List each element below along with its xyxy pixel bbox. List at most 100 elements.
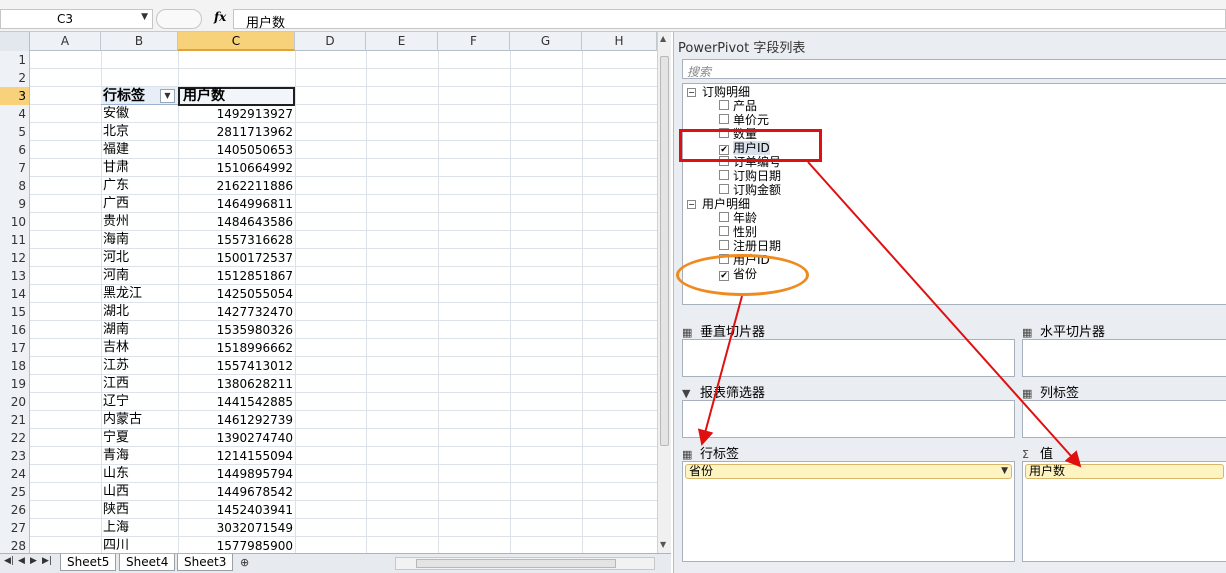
row-label-cell[interactable]: 江苏: [103, 357, 129, 375]
row-label-cell[interactable]: 河南: [103, 267, 129, 285]
sheet-tab-sheet5[interactable]: Sheet5: [60, 554, 117, 571]
value-cell[interactable]: 1484643586: [180, 213, 293, 231]
value-cell[interactable]: 1390274740: [180, 429, 293, 447]
row-labels-zone[interactable]: 省份 ▼: [682, 461, 1015, 562]
value-cell[interactable]: 1441542885: [180, 393, 293, 411]
value-cell[interactable]: 1452403941: [180, 501, 293, 519]
chevron-down-icon[interactable]: ▼: [1001, 465, 1008, 478]
row-label-header[interactable]: 行标签: [103, 87, 145, 105]
value-cell[interactable]: 2162211886: [180, 177, 293, 195]
row-label-cell[interactable]: 湖北: [103, 303, 129, 321]
column-header-b[interactable]: B: [101, 32, 178, 51]
row-header[interactable]: 23: [0, 447, 30, 465]
value-cell[interactable]: 1512851867: [180, 267, 293, 285]
scroll-thumb[interactable]: [660, 56, 669, 446]
value-cell[interactable]: 1464996811: [180, 195, 293, 213]
select-all-corner[interactable]: [0, 32, 30, 51]
row-label-cell[interactable]: 甘肃: [103, 159, 129, 177]
column-header-g[interactable]: G: [510, 32, 582, 51]
row-header[interactable]: 21: [0, 411, 30, 429]
checkbox[interactable]: [719, 170, 729, 180]
column-header-c[interactable]: C: [178, 32, 295, 51]
value-cell[interactable]: 1518996662: [180, 339, 293, 357]
horizontal-slicer-zone[interactable]: [1022, 339, 1226, 377]
scroll-up-icon[interactable]: ▲: [660, 34, 666, 43]
row-header[interactable]: 22: [0, 429, 30, 447]
checkbox[interactable]: [719, 100, 729, 110]
row-field-chip[interactable]: 省份 ▼: [685, 464, 1012, 479]
row-header[interactable]: 27: [0, 519, 30, 537]
table-node-order-details[interactable]: − 订购明细: [687, 85, 750, 99]
row-label-cell[interactable]: 福建: [103, 141, 129, 159]
hscroll-thumb[interactable]: [416, 559, 616, 568]
last-sheet-icon[interactable]: ▶|: [42, 556, 52, 566]
value-cell[interactable]: 1535980326: [180, 321, 293, 339]
value-cell[interactable]: 3032071549: [180, 519, 293, 537]
worksheet-grid[interactable]: A B C D E F G H 1 2 3 行标签 ▼ 用户数 4 安徽 1492913927 5…: [0, 32, 657, 553]
checkbox[interactable]: [719, 114, 729, 124]
column-header-h[interactable]: H: [582, 32, 657, 51]
row-header[interactable]: 8: [0, 177, 30, 195]
value-cell[interactable]: 1500172537: [180, 249, 293, 267]
vertical-scrollbar[interactable]: ▲ ▼: [657, 32, 671, 553]
field-gender[interactable]: 性别: [719, 225, 757, 239]
checkbox[interactable]: [719, 212, 729, 222]
column-header-a[interactable]: A: [30, 32, 101, 51]
row-label-cell[interactable]: 宁夏: [103, 429, 129, 447]
row-header[interactable]: 2: [0, 69, 30, 87]
value-cell[interactable]: 1449895794: [180, 465, 293, 483]
value-cell[interactable]: 1425055054: [180, 285, 293, 303]
row-label-cell[interactable]: 北京: [103, 123, 129, 141]
row-label-cell[interactable]: 青海: [103, 447, 129, 465]
vertical-slicer-zone[interactable]: [682, 339, 1015, 377]
field-order-date[interactable]: 订购日期: [719, 169, 781, 183]
row-label-cell[interactable]: 陕西: [103, 501, 129, 519]
field-register-date[interactable]: 注册日期: [719, 239, 781, 253]
checkbox[interactable]: [719, 184, 729, 194]
row-header[interactable]: 4: [0, 105, 30, 123]
row-label-cell[interactable]: 海南: [103, 231, 129, 249]
field-search-input[interactable]: 搜索: [682, 59, 1226, 79]
column-labels-zone[interactable]: [1022, 400, 1226, 438]
report-filter-zone[interactable]: [682, 400, 1015, 438]
row-header[interactable]: 17: [0, 339, 30, 357]
chevron-down-icon[interactable]: ▼: [141, 12, 148, 22]
horizontal-scrollbar[interactable]: [395, 557, 655, 570]
name-box[interactable]: C3 ▼: [0, 9, 153, 29]
row-header[interactable]: 14: [0, 285, 30, 303]
row-label-cell[interactable]: 吉林: [103, 339, 129, 357]
row-label-cell[interactable]: 湖南: [103, 321, 129, 339]
row-header[interactable]: 3: [0, 87, 30, 105]
value-cell[interactable]: 1510664992: [180, 159, 293, 177]
value-header-cell[interactable]: 用户数: [178, 87, 295, 106]
row-label-cell[interactable]: 黑龙江: [103, 285, 142, 303]
value-cell[interactable]: 1427732470: [180, 303, 293, 321]
row-header[interactable]: 25: [0, 483, 30, 501]
row-label-cell[interactable]: 上海: [103, 519, 129, 537]
insert-sheet-icon[interactable]: ⊕: [240, 556, 249, 569]
value-cell[interactable]: 2811713962: [180, 123, 293, 141]
row-label-cell[interactable]: 河北: [103, 249, 129, 267]
row-label-cell[interactable]: 四川: [103, 537, 129, 553]
next-sheet-icon[interactable]: ▶: [30, 556, 37, 566]
field-order-amount[interactable]: 订购金额: [719, 183, 781, 197]
value-cell[interactable]: 1214155094: [180, 447, 293, 465]
row-label-cell[interactable]: 广东: [103, 177, 129, 195]
value-cell[interactable]: 1405050653: [180, 141, 293, 159]
row-header[interactable]: 24: [0, 465, 30, 483]
value-cell[interactable]: 1380628211: [180, 375, 293, 393]
value-cell[interactable]: 1461292739: [180, 411, 293, 429]
sheet-tab-sheet4[interactable]: Sheet4: [119, 554, 176, 571]
column-header-f[interactable]: F: [438, 32, 510, 51]
row-label-cell[interactable]: 辽宁: [103, 393, 129, 411]
row-label-cell[interactable]: 山西: [103, 483, 129, 501]
collapse-icon[interactable]: −: [687, 88, 696, 97]
row-header[interactable]: 7: [0, 159, 30, 177]
row-header[interactable]: 12: [0, 249, 30, 267]
row-header[interactable]: 6: [0, 141, 30, 159]
filter-dropdown-icon[interactable]: ▼: [160, 89, 175, 103]
scroll-down-icon[interactable]: ▼: [660, 540, 666, 549]
row-header[interactable]: 19: [0, 375, 30, 393]
row-label-cell[interactable]: 内蒙古: [103, 411, 142, 429]
field-age[interactable]: 年龄: [719, 211, 757, 225]
